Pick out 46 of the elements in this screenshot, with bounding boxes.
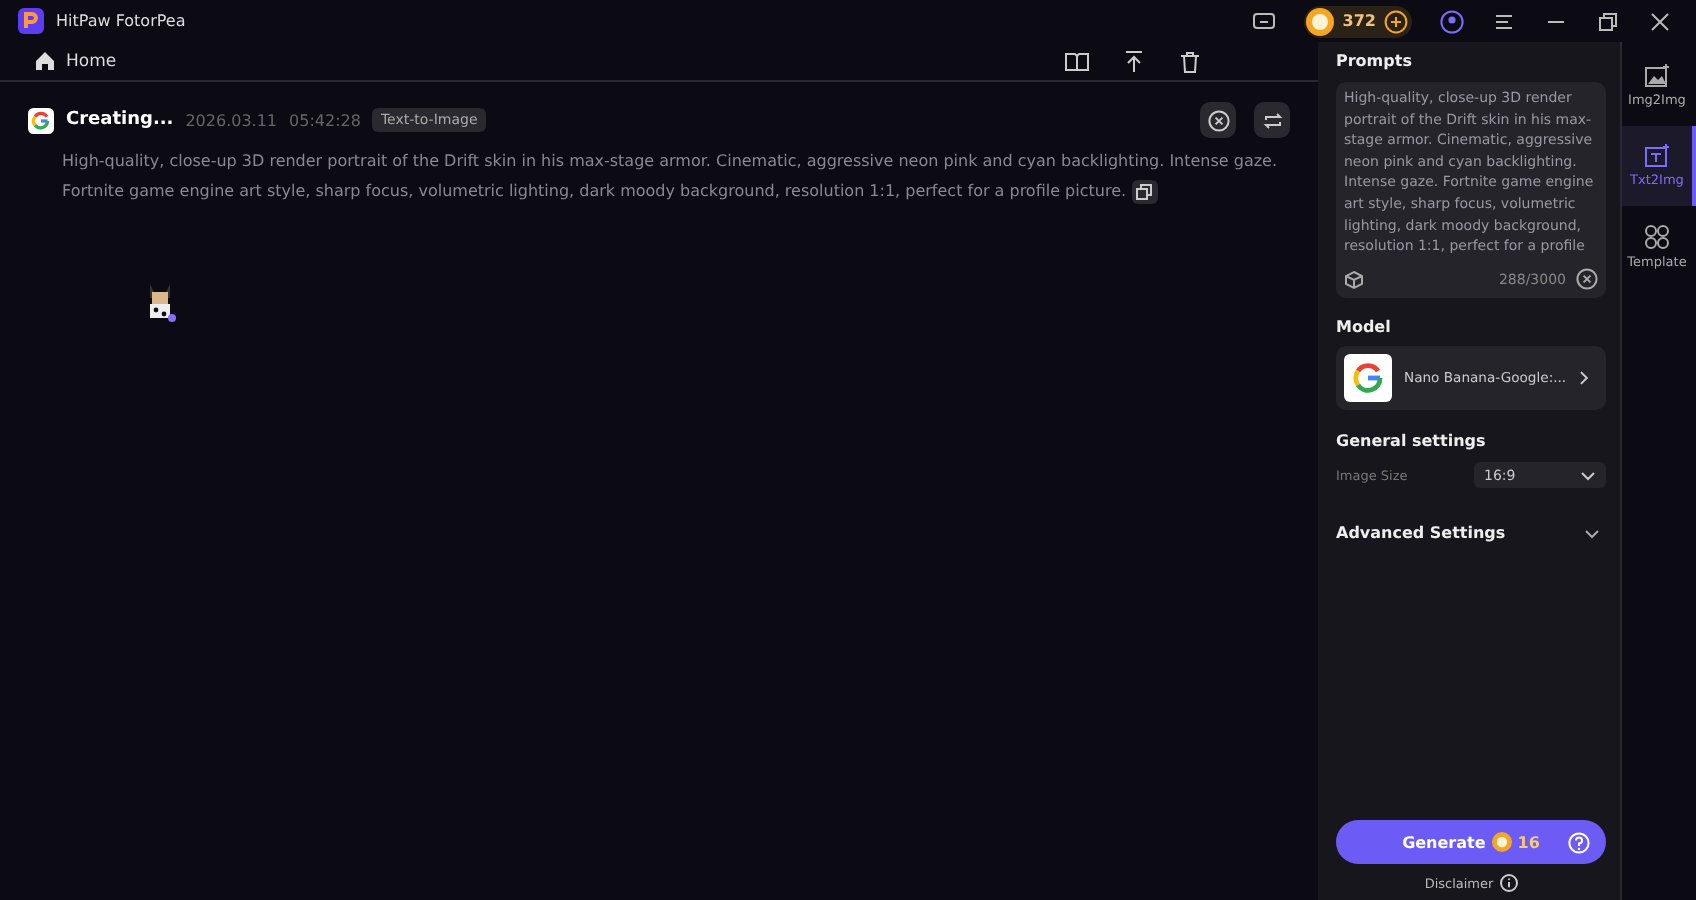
repeat-icon <box>1261 109 1283 131</box>
grid-icon <box>1644 223 1670 249</box>
coin-icon <box>1306 7 1335 35</box>
task-date: 2026.03.11 <box>185 111 278 129</box>
menu-icon[interactable] <box>1492 9 1516 33</box>
upload-icon[interactable] <box>1122 49 1146 73</box>
clear-icon[interactable] <box>1576 268 1598 290</box>
generate-button[interactable]: Generate 16 <box>1336 820 1606 864</box>
restore-icon[interactable] <box>1596 9 1620 33</box>
chevron-down-icon[interactable] <box>1584 527 1600 539</box>
trash-icon[interactable] <box>1178 49 1202 73</box>
prompt-text: High-quality, close-up 3D render portrait of the Drift skin in his max-stage armor. Cinematic, aggressive neon pink and cyan backlighting. Intense gaze. Fortnite game engine art style, sharp focus, volumetric lighting, dark moody background, resolution 1:1, perfect for a profile picture. <box>62 150 1280 206</box>
home-icon <box>34 50 56 72</box>
window-title: HitPaw FotorPea <box>56 12 186 30</box>
section-title: Model <box>1336 318 1393 336</box>
coin-count: 372 <box>1342 12 1376 30</box>
image-icon <box>1644 64 1670 88</box>
book-icon[interactable] <box>1064 49 1090 73</box>
plus-icon[interactable] <box>1384 9 1408 33</box>
prompt-field[interactable] <box>1336 82 1606 298</box>
coin-balance[interactable]: 372 <box>1304 5 1412 37</box>
section-title: Advanced Settings <box>1336 524 1506 542</box>
copy-icon <box>1136 183 1153 200</box>
google-logo-icon <box>28 107 54 133</box>
cancel-icon <box>1207 109 1229 131</box>
text-image-icon <box>1644 144 1670 168</box>
cube-icon[interactable] <box>1344 269 1364 289</box>
chevron-right-icon <box>1578 370 1590 386</box>
section-title: Prompts <box>1336 52 1414 70</box>
loading-character-drawing <box>144 282 176 322</box>
task-status: Creating... <box>66 110 174 130</box>
google-logo-icon <box>1344 354 1392 402</box>
regenerate-button[interactable] <box>1254 102 1290 138</box>
coin-icon <box>1491 832 1512 852</box>
close-icon[interactable] <box>1648 9 1672 33</box>
app-logo-icon <box>18 8 44 34</box>
user-icon[interactable] <box>1440 9 1464 33</box>
task-time: 05:42:28 <box>289 111 361 129</box>
chat-icon[interactable] <box>1252 9 1277 33</box>
cancel-button[interactable] <box>1200 102 1236 138</box>
chevron-down-icon <box>1580 469 1596 481</box>
info-icon <box>1499 874 1518 892</box>
help-icon <box>1568 831 1590 853</box>
section-title: General settings <box>1336 432 1488 450</box>
copy-button[interactable] <box>1131 179 1158 204</box>
home-button[interactable]: Home <box>34 50 117 72</box>
